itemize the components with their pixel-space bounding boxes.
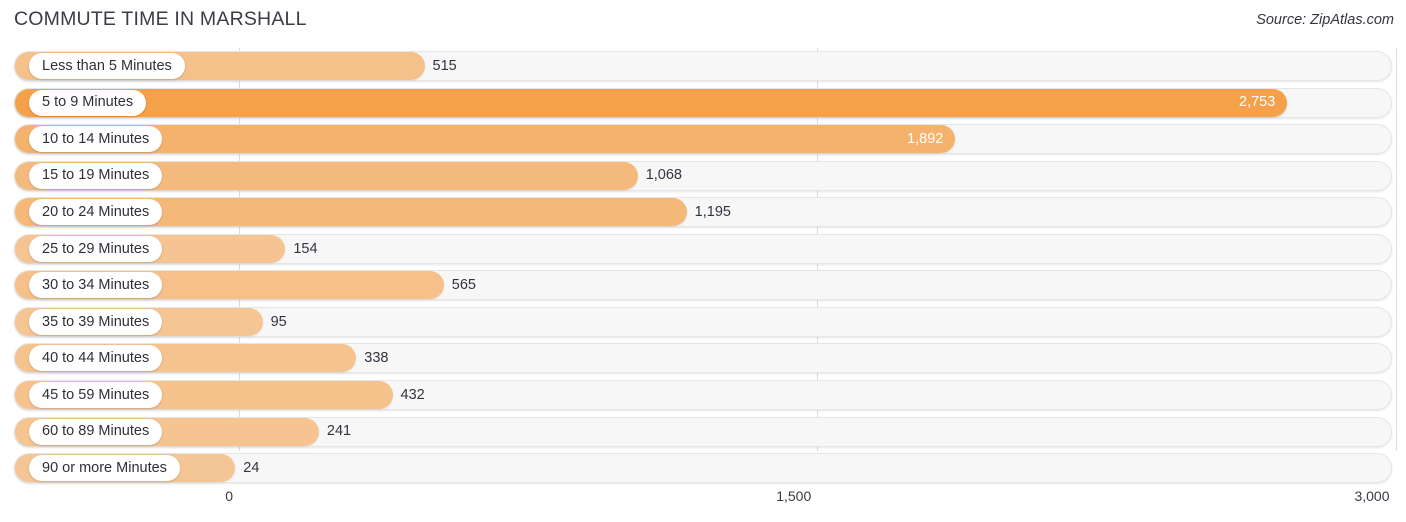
bar-value-label: 338 [364, 350, 389, 367]
commute-time-bar-chart: COMMUTE TIME IN MARSHALL Source: ZipAtla… [0, 0, 1406, 522]
bar-category-label: 15 to 19 Minutes [29, 162, 163, 189]
bar-value-label: 432 [400, 386, 425, 403]
table-row[interactable]: 35 to 39 Minutes 95 [14, 306, 1392, 337]
table-row[interactable]: 15 to 19 Minutes 1,068 [14, 160, 1392, 191]
bar-category-label: Less than 5 Minutes [29, 53, 185, 79]
bar-category-label-text: 25 to 29 Minutes [42, 240, 150, 257]
bar-category-label-text: 30 to 34 Minutes [42, 277, 150, 294]
bar-category-label-text: Less than 5 Minutes [42, 57, 172, 74]
bar-category-label-text: 45 to 59 Minutes [42, 386, 150, 403]
bar-category-label-text: 35 to 39 Minutes [42, 313, 150, 330]
table-row[interactable]: 45 to 59 Minutes 432 [14, 379, 1392, 410]
bar-fill [15, 88, 1288, 117]
bar-category-label: 30 to 34 Minutes [29, 272, 163, 299]
source-attribution: Source: ZipAtlas.com [1256, 12, 1394, 28]
bar-value-label: 241 [326, 423, 352, 440]
axis-tick-label: 3,000 [1354, 488, 1390, 504]
bar-category-label-text: 90 or more Minutes [42, 459, 167, 476]
bar-category-label-text: 20 to 24 Minutes [42, 203, 150, 220]
x-axis: 0 1,500 3,000 [0, 488, 1406, 518]
bar-category-label-text: 5 to 9 Minutes [42, 94, 134, 111]
bar-category-label: 90 or more Minutes [29, 455, 180, 482]
bar-category-label: 60 to 89 Minutes [29, 418, 163, 445]
plot-area: Less than 5 Minutes 515 5 to 9 Minutes 2,75… [0, 48, 1406, 488]
bar-category-label: 40 to 44 Minutes [29, 345, 163, 372]
bar-value-label: 1,892 [907, 130, 944, 147]
bar-category-label-text: 15 to 19 Minutes [42, 167, 150, 184]
table-row[interactable]: 10 to 14 Minutes 1,892 [14, 124, 1392, 155]
bar-value-label: 1,195 [694, 203, 731, 220]
axis-tick-label: 0 [225, 488, 233, 504]
bar-value-label: 565 [451, 277, 476, 294]
bar-category-label: 20 to 24 Minutes [29, 199, 163, 226]
table-row[interactable]: 20 to 24 Minutes 1,195 [14, 197, 1392, 228]
table-row[interactable]: 5 to 9 Minutes 2,753 [14, 87, 1392, 118]
page-title: COMMUTE TIME IN MARSHALL [14, 8, 307, 30]
table-row[interactable]: 25 to 29 Minutes 154 [14, 233, 1392, 264]
bar-category-label-text: 60 to 89 Minutes [42, 423, 150, 440]
bar-category-label: 10 to 14 Minutes [29, 126, 163, 153]
gridline [1395, 48, 1397, 451]
bar-category-label: 45 to 59 Minutes [29, 381, 163, 408]
table-row[interactable]: 30 to 34 Minutes 565 [14, 270, 1392, 301]
bar-category-label: 35 to 39 Minutes [29, 308, 163, 335]
bar-value-label: 24 [243, 459, 260, 476]
axis-tick-label: 1,500 [776, 488, 812, 504]
bar-category-label-text: 10 to 14 Minutes [42, 130, 150, 147]
bar-category-label: 5 to 9 Minutes [29, 89, 147, 116]
table-row[interactable]: 40 to 44 Minutes 338 [14, 343, 1392, 374]
table-row[interactable]: 60 to 89 Minutes 241 [14, 416, 1392, 447]
bar-value-label: 515 [432, 57, 457, 74]
bar-category-label: 25 to 29 Minutes [29, 235, 163, 262]
bar-value-label: 154 [293, 240, 318, 257]
bar-value-label: 2,753 [1239, 94, 1276, 111]
bar-value-label: 95 [270, 313, 287, 330]
bar-category-label-text: 40 to 44 Minutes [42, 350, 150, 367]
table-row[interactable]: 90 or more Minutes 24 [14, 453, 1392, 484]
table-row[interactable]: Less than 5 Minutes 515 [14, 51, 1392, 81]
bar-value-label: 1,068 [645, 167, 682, 184]
